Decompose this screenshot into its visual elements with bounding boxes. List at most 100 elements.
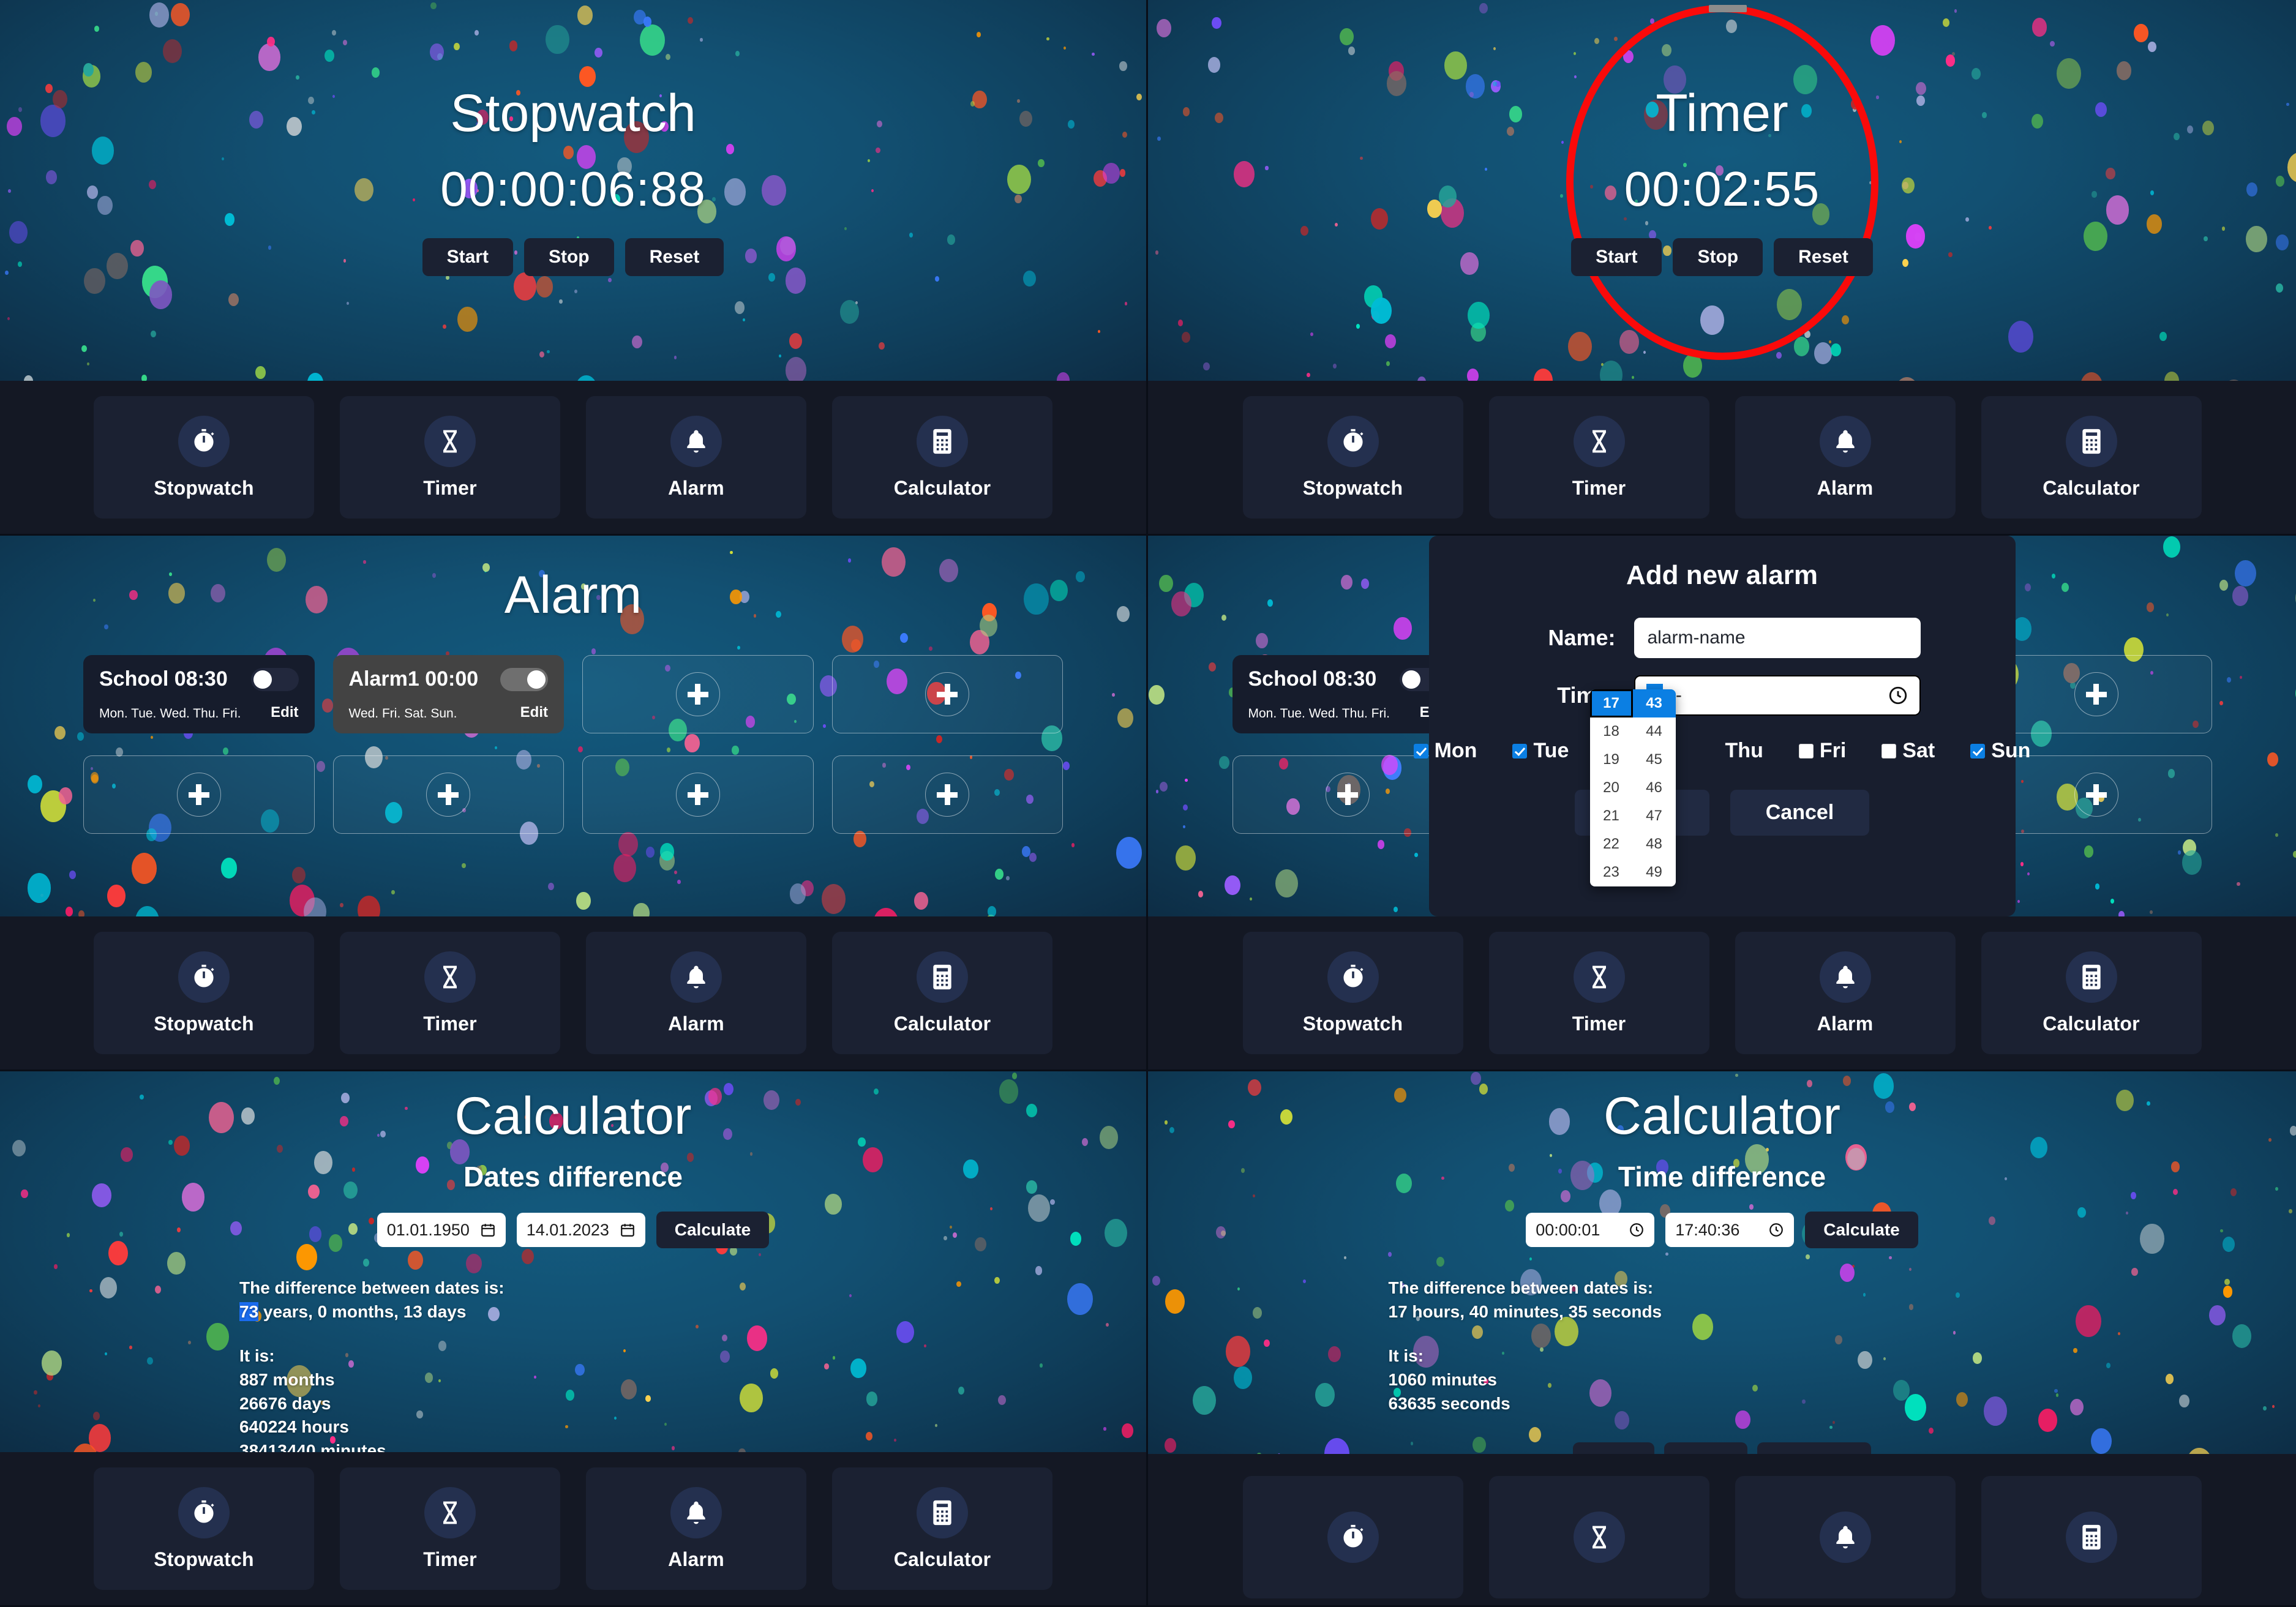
add-alarm-slot[interactable] xyxy=(332,755,564,834)
stopwatch-stop-button[interactable]: Stop xyxy=(523,238,614,276)
nav-item-timer[interactable]: Timer xyxy=(340,932,560,1054)
nav-item-stopwatch[interactable]: Stopwatch xyxy=(94,1467,314,1590)
nav-item-calculator[interactable]: Calculator xyxy=(1981,396,2202,519)
weekday-label: Sat xyxy=(1902,739,1935,762)
minute-option[interactable]: 43 xyxy=(1632,689,1676,717)
timer-start-button[interactable]: Start xyxy=(1571,238,1662,276)
nav-item-alarm[interactable]: Alarm xyxy=(1735,932,1956,1054)
checkbox-sat[interactable] xyxy=(1881,743,1897,759)
nav-item-calculator[interactable]: Calculator xyxy=(832,1467,1052,1590)
nav-item-timer[interactable]: Timer xyxy=(340,396,560,519)
timer-remaining-arc xyxy=(1708,5,1747,12)
date-to-value: 14.01.2023 xyxy=(526,1220,609,1239)
alarm-edit-link[interactable]: Edit xyxy=(271,704,298,721)
add-alarm-slot[interactable] xyxy=(831,655,1063,733)
minute-option[interactable]: 49 xyxy=(1633,858,1676,886)
checkbox-mon[interactable] xyxy=(1413,743,1428,759)
nav-item-stopwatch[interactable]: Stopwatch xyxy=(1242,396,1463,519)
nav-item-timer[interactable]: Timer xyxy=(1488,932,1709,1054)
calculate-button[interactable]: Calculate xyxy=(656,1212,770,1248)
alarm-card[interactable]: School 08:30 Mon. Tue. Wed. Thu. Fri. Ed… xyxy=(83,655,315,733)
weekday-sat[interactable]: Sat xyxy=(1881,739,1935,763)
add-alarm-slot[interactable] xyxy=(1981,755,2212,834)
minute-option[interactable]: 47 xyxy=(1633,802,1676,830)
cancel-button[interactable]: Cancel xyxy=(1730,790,1870,836)
nav-item-timer[interactable]: Timer xyxy=(340,1467,560,1590)
nav-item-calculator[interactable]: Calculator xyxy=(832,932,1052,1054)
weekday-tue[interactable]: Tue xyxy=(1512,739,1569,763)
date-to-input[interactable]: 14.01.2023 xyxy=(516,1213,645,1247)
minute-option[interactable]: 44 xyxy=(1633,717,1676,746)
add-alarm-slot[interactable] xyxy=(1981,655,2212,733)
hour-option[interactable]: 23 xyxy=(1590,858,1633,886)
time-picker-dropdown[interactable]: 17 18 19 20 21 22 23 43 44 45 46 47 48 49 xyxy=(1589,689,1676,886)
minute-option[interactable]: 46 xyxy=(1633,774,1676,802)
nav-item-stopwatch[interactable]: Stopwatch xyxy=(94,932,314,1054)
weekday-fri[interactable]: Fri xyxy=(1798,739,1846,763)
weekday-sun[interactable]: Sun xyxy=(1970,739,2030,763)
alarm-time-input[interactable]: -- : -- xyxy=(1634,675,1921,716)
weekday-mon[interactable]: Mon xyxy=(1413,739,1477,763)
hour-option[interactable]: 21 xyxy=(1590,802,1633,830)
tab-birthday[interactable]: Birthday xyxy=(1757,1442,1872,1454)
alarm-edit-link[interactable]: Edit xyxy=(520,704,548,721)
minute-option[interactable]: 48 xyxy=(1633,830,1676,858)
alarm-name-input[interactable]: alarm-name xyxy=(1634,618,1921,658)
nav-item-alarm[interactable]: Alarm xyxy=(1735,1476,1956,1598)
panel-calculator-time: Calculator Time difference 00:00:01 17:4… xyxy=(1148,1071,2296,1607)
checkbox-sun[interactable] xyxy=(1970,743,1986,759)
alarm-enable-toggle[interactable] xyxy=(250,667,299,691)
timer-reset-button[interactable]: Reset xyxy=(1774,238,1873,276)
add-alarm-slot[interactable] xyxy=(831,755,1063,834)
hour-option[interactable]: 22 xyxy=(1590,830,1633,858)
nav-item-calculator[interactable]: Calculator xyxy=(832,396,1052,519)
alarm-card[interactable]: Alarm1 00:00 Wed. Fri. Sat. Sun. Edit xyxy=(332,655,564,733)
add-alarm-slot[interactable] xyxy=(582,655,814,733)
date-from-input[interactable]: 01.01.1950 xyxy=(377,1213,506,1247)
tab-date[interactable]: Date xyxy=(1572,1442,1654,1454)
nav-item-alarm[interactable]: Alarm xyxy=(1735,396,1956,519)
nav-label: Calculator xyxy=(2043,476,2140,499)
hour-option[interactable]: 20 xyxy=(1590,774,1633,802)
nav-item-stopwatch[interactable]: Stopwatch xyxy=(1242,932,1463,1054)
minute-option[interactable]: 45 xyxy=(1633,746,1676,774)
nav-item-calculator[interactable]: Calculator xyxy=(1981,932,2202,1054)
clock-icon[interactable] xyxy=(1629,1222,1645,1238)
calculator-icon xyxy=(2065,951,2117,1003)
hour-option[interactable]: 17 xyxy=(1589,689,1633,717)
stopwatch-icon xyxy=(178,415,230,467)
stopwatch-reset-button[interactable]: Reset xyxy=(625,238,724,276)
checkbox-fri[interactable] xyxy=(1798,743,1814,759)
clock-icon[interactable] xyxy=(1888,685,1908,706)
calendar-icon[interactable] xyxy=(480,1222,496,1238)
bell-icon xyxy=(670,951,722,1003)
nav-item-stopwatch[interactable]: Stopwatch xyxy=(94,396,314,519)
nav-item-timer[interactable]: Timer xyxy=(1488,1476,1709,1598)
nav-item-stopwatch[interactable]: Stopwatch xyxy=(1242,1476,1463,1598)
calendar-icon[interactable] xyxy=(620,1222,636,1238)
timer-stop-button[interactable]: Stop xyxy=(1673,238,1763,276)
add-alarm-slot[interactable] xyxy=(83,755,315,834)
nav-item-alarm[interactable]: Alarm xyxy=(586,1467,806,1590)
stopwatch-start-button[interactable]: Start xyxy=(422,238,513,276)
weekday-label: Sun xyxy=(1991,739,2031,762)
weekday-thu[interactable]: Thu xyxy=(1705,739,1763,763)
nav-item-alarm[interactable]: Alarm xyxy=(586,396,806,519)
calculate-button[interactable]: Calculate xyxy=(1805,1212,1918,1248)
nav-item-timer[interactable]: Timer xyxy=(1488,396,1709,519)
clock-icon[interactable] xyxy=(1768,1222,1784,1238)
add-alarm-slot[interactable] xyxy=(582,755,814,834)
hour-option[interactable]: 19 xyxy=(1590,746,1633,774)
alarm-enable-toggle[interactable] xyxy=(500,667,548,691)
minute-column: 43 44 45 46 47 48 49 xyxy=(1632,689,1676,886)
hour-option[interactable]: 18 xyxy=(1590,717,1633,746)
name-field-row: Name: alarm-name xyxy=(1457,618,1987,658)
nav-item-alarm[interactable]: Alarm xyxy=(586,932,806,1054)
checkbox-tue[interactable] xyxy=(1512,743,1528,759)
plus-icon xyxy=(2074,672,2118,716)
bottom-nav-6: Stopwatch Timer Alarm Calculator xyxy=(1148,1454,2296,1605)
nav-item-calculator[interactable]: Calculator xyxy=(1981,1476,2202,1598)
tab-time[interactable]: Time xyxy=(1664,1442,1748,1454)
time-from-input[interactable]: 00:00:01 xyxy=(1526,1213,1655,1247)
time-to-input[interactable]: 17:40:36 xyxy=(1665,1213,1795,1247)
